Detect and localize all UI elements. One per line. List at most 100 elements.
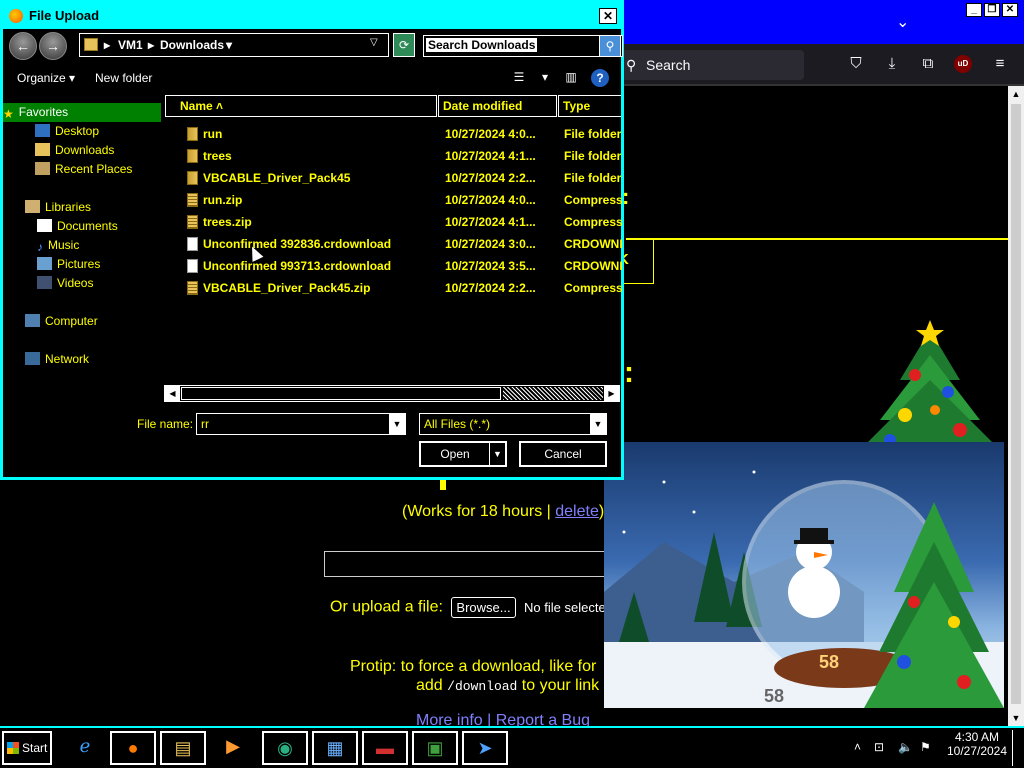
open-split-chevron-icon[interactable]: ▼ — [489, 443, 505, 465]
help-icon[interactable]: ? — [591, 69, 609, 87]
file-date: 10/27/2024 3:5... — [445, 259, 536, 273]
christmas-widget[interactable]: 58 58 — [604, 442, 1004, 708]
crumb-separator-icon[interactable]: ▸ — [148, 38, 154, 52]
scroll-up-icon[interactable]: ▲ — [1008, 86, 1024, 102]
toolbar-divider — [610, 84, 1024, 86]
tab-list-chevron-icon[interactable]: ⌄ — [896, 12, 909, 32]
scroll-left-icon[interactable]: ◀ — [165, 386, 180, 401]
dialog-titlebar[interactable]: File Upload ✕ — [3, 3, 621, 29]
flag-icon[interactable]: ⚑ — [920, 740, 931, 754]
more-info-links[interactable]: More info | Report a Bug — [416, 712, 590, 726]
organize-button[interactable]: Organize ▾ — [17, 71, 75, 85]
media-player-icon[interactable]: ▶ — [210, 731, 256, 765]
scroll-right-icon[interactable]: ▶ — [604, 386, 619, 401]
send-plane-icon[interactable]: ➤ — [462, 731, 508, 765]
file-type: File folder — [564, 127, 622, 141]
file-list: Name ˄ Date modified Type run 10/27/2024 … — [165, 93, 622, 403]
breadcrumb-downloads[interactable]: Downloads — [160, 38, 224, 52]
file-list-hscroll[interactable]: ◀ ▶ — [164, 385, 620, 402]
nav-documents[interactable]: Documents — [3, 217, 161, 236]
network-tray-icon[interactable]: ⊡ — [874, 740, 884, 754]
breadcrumb-vm1[interactable]: VM1 — [118, 38, 143, 52]
chevron-down-icon[interactable]: ▾ — [537, 70, 553, 84]
chevron-down-icon[interactable]: ▼ — [590, 414, 606, 434]
download-icon[interactable]: ⤓ — [882, 54, 902, 74]
file-name: Unconfirmed 392836.crdownload — [203, 237, 392, 251]
nav-computer[interactable]: Computer — [3, 312, 161, 331]
search-icon[interactable]: ⚲ — [599, 35, 621, 57]
nav-music[interactable]: ♪ Music — [3, 236, 161, 255]
organize-label: Organize — [17, 71, 66, 85]
file-row[interactable]: Unconfirmed 392836.crdownload 10/27/2024 … — [165, 233, 622, 255]
firefox-taskbar-icon[interactable]: ● — [110, 731, 156, 765]
crumb-separator-icon[interactable]: ▸ — [104, 38, 110, 52]
file-explorer-icon[interactable]: ▤ — [160, 731, 206, 765]
forward-arrow-icon[interactable]: → — [39, 32, 67, 60]
extensions-icon[interactable]: ⧉ — [918, 54, 938, 74]
nav-recent-places[interactable]: Recent Places — [3, 160, 161, 179]
tray-expand-icon[interactable]: ˄ — [854, 740, 861, 754]
star-icon: ★ — [3, 107, 14, 121]
nav-favorites[interactable]: ★ Favorites — [3, 103, 161, 122]
minimize-button[interactable]: _ — [966, 3, 982, 17]
internet-explorer-icon[interactable]: ℯ — [62, 731, 108, 765]
hscroll-track[interactable] — [503, 387, 603, 400]
nav-network[interactable]: Network — [3, 350, 161, 369]
search-downloads-input[interactable]: Search Downloads — [423, 35, 623, 57]
address-bar[interactable]: ▸ VM1 ▸ Downloads ▾ ▽ — [79, 33, 389, 57]
restore-button[interactable]: ❐ — [984, 3, 1000, 17]
toolbox-icon[interactable]: ▬ — [362, 731, 408, 765]
pocket-icon[interactable]: ⛉ — [846, 54, 866, 74]
task-manager-icon[interactable]: ▣ — [412, 731, 458, 765]
scroll-down-icon[interactable]: ▼ — [1008, 710, 1024, 726]
preview-pane-icon[interactable]: ▥ — [563, 70, 579, 84]
volume-icon[interactable]: 🔈 — [898, 740, 913, 754]
cancel-button[interactable]: Cancel — [519, 441, 607, 467]
column-header-name[interactable]: Name ˄ — [165, 95, 437, 117]
clock[interactable]: 4:30 AM 10/27/2024 — [942, 730, 1012, 758]
hscroll-thumb[interactable] — [181, 387, 501, 400]
url-input[interactable] — [324, 551, 624, 577]
firefox-icon — [9, 9, 23, 23]
crumb-separator-icon[interactable]: ▾ — [226, 38, 232, 52]
back-arrow-icon[interactable]: ← — [9, 32, 37, 60]
file-name-input[interactable]: rr ▼ — [196, 413, 406, 435]
new-folder-button[interactable]: New folder — [95, 71, 152, 85]
window-close-button[interactable]: ✕ — [1002, 3, 1018, 17]
delete-link[interactable]: delete — [555, 503, 599, 520]
zip-icon — [187, 193, 198, 207]
column-header-type[interactable]: Type — [558, 95, 621, 117]
open-button[interactable]: Open ▼ — [419, 441, 507, 467]
nav-libraries[interactable]: Libraries — [3, 198, 161, 217]
file-date: 10/27/2024 4:1... — [445, 215, 536, 229]
file-row[interactable]: VBCABLE_Driver_Pack45.zip 10/27/2024 2:2.… — [165, 277, 622, 299]
control-panel-icon[interactable]: ▦ — [312, 731, 358, 765]
file-row[interactable]: Unconfirmed 993713.crdownload 10/27/2024 … — [165, 255, 622, 277]
dialog-close-button[interactable]: ✕ — [599, 8, 617, 24]
file-row[interactable]: run.zip 10/27/2024 4:0... Compresse — [165, 189, 622, 211]
file-row[interactable]: run 10/27/2024 4:0... File folder — [165, 123, 621, 145]
chevron-down-icon[interactable]: ▼ — [389, 414, 405, 434]
file-row[interactable]: trees 10/27/2024 4:1... File folder — [165, 145, 621, 167]
file-row[interactable]: trees.zip 10/27/2024 4:1... Compresse — [165, 211, 622, 233]
menu-icon[interactable]: ≡ — [990, 54, 1010, 74]
search-icon: ⚲ — [626, 57, 637, 73]
nav-videos[interactable]: Videos — [3, 274, 161, 293]
nav-downloads[interactable]: Downloads — [3, 141, 161, 160]
nav-label: Favorites — [18, 105, 69, 119]
nav-desktop[interactable]: Desktop — [3, 122, 161, 141]
browse-button[interactable]: Browse... — [451, 597, 516, 618]
file-row[interactable]: VBCABLE_Driver_Pack45 10/27/2024 2:2... Fi… — [165, 167, 621, 189]
column-header-date[interactable]: Date modified — [438, 95, 557, 117]
show-desktop-button[interactable] — [1012, 730, 1022, 766]
start-button[interactable]: Start — [2, 731, 52, 765]
nav-pictures[interactable]: Pictures — [3, 255, 161, 274]
browser-search-field[interactable]: ⚲ Search — [620, 50, 804, 80]
ublock-icon[interactable]: uD — [954, 55, 972, 73]
address-dropdown-icon[interactable]: ▽ — [370, 37, 378, 48]
view-list-icon[interactable]: ☰ — [511, 70, 527, 84]
app-globe-icon[interactable]: ◉ — [262, 731, 308, 765]
refresh-icon[interactable]: ⟳ — [393, 33, 415, 57]
browser-search-placeholder: Search — [646, 57, 691, 73]
file-type-select[interactable]: All Files (*.*) ▼ — [419, 413, 607, 435]
